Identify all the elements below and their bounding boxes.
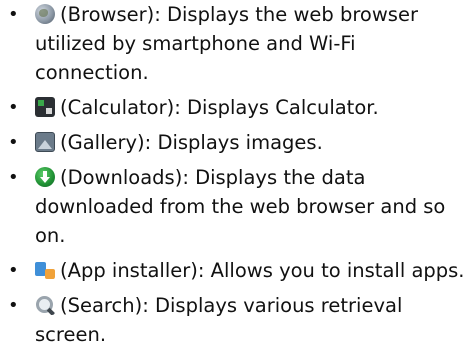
item-name: (Gallery)	[60, 131, 145, 154]
bullet: •	[8, 4, 19, 25]
list-item-downloads: • (Downloads): Displays the data downloa…	[0, 163, 472, 250]
bullet: •	[8, 132, 19, 153]
item-name: (Search)	[60, 294, 143, 317]
app-installer-icon	[35, 260, 55, 280]
list-item-browser: • (Browser): Displays the web browser ut…	[0, 0, 472, 87]
item-name: (Downloads)	[60, 166, 183, 189]
list-item-calculator: • (Calculator): Displays Calculator.	[0, 93, 472, 122]
list-item-search: • (Search): Displays various retrieval s…	[0, 291, 472, 349]
feature-list: • (Browser): Displays the web browser ut…	[0, 0, 472, 349]
downloads-icon	[35, 167, 55, 187]
item-name: (Browser)	[60, 3, 155, 26]
bullet: •	[8, 260, 19, 281]
list-item-app-installer: • (App installer): Allows you to install…	[0, 256, 472, 285]
list-item-gallery: • (Gallery): Displays images.	[0, 128, 472, 157]
gallery-icon	[35, 132, 55, 152]
bullet: •	[8, 97, 19, 118]
item-description: : Allows you to install apps.	[197, 259, 465, 282]
calculator-icon	[35, 97, 55, 117]
browser-icon	[35, 4, 55, 24]
bullet: •	[8, 295, 19, 316]
item-name: (Calculator)	[60, 96, 175, 119]
item-description: : Displays Calculator.	[174, 96, 379, 119]
item-description: : Displays images.	[144, 131, 323, 154]
bullet: •	[8, 167, 19, 188]
search-icon	[35, 295, 55, 315]
item-name: (App installer)	[60, 259, 198, 282]
